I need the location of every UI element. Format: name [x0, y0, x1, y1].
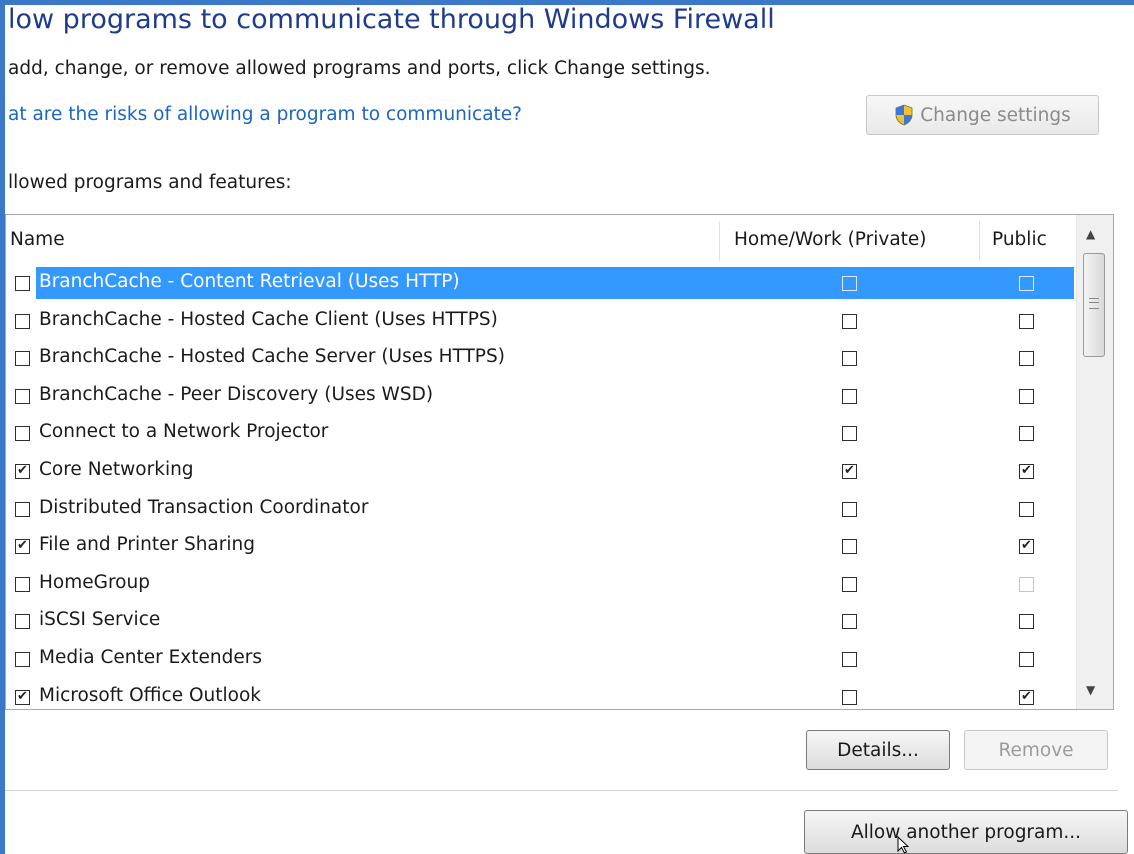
program-row[interactable]: BranchCache - Peer Discovery (Uses WSD): [6, 378, 1074, 416]
scroll-grip-icon: [1089, 298, 1099, 309]
program-row[interactable]: HomeGroup: [6, 566, 1074, 604]
program-row[interactable]: ✔ Core Networking ✔ ✔: [6, 453, 1074, 491]
program-row[interactable]: ✔ Microsoft Office Outlook ✔: [6, 679, 1074, 709]
divider: [5, 790, 1118, 791]
program-enabled-checkbox[interactable]: ✔: [15, 689, 30, 705]
private-network-checkbox[interactable]: [842, 501, 857, 517]
public-network-checkbox[interactable]: [1019, 501, 1034, 517]
private-network-checkbox[interactable]: ✔: [842, 463, 857, 479]
public-network-checkbox[interactable]: ✔: [1019, 689, 1034, 705]
program-name: iSCSI Service: [39, 609, 161, 631]
program-name: BranchCache - Hosted Cache Client (Uses …: [39, 308, 498, 330]
program-enabled-checkbox[interactable]: [15, 276, 30, 291]
program-row[interactable]: Media Center Extenders: [6, 641, 1074, 679]
private-network-checkbox[interactable]: [842, 651, 857, 667]
remove-button[interactable]: Remove: [964, 730, 1108, 770]
program-enabled-checkbox[interactable]: [15, 426, 30, 442]
scroll-down-arrow-icon[interactable]: ▼: [1086, 683, 1095, 697]
page-subtitle: add, change, or remove allowed programs …: [8, 58, 711, 79]
program-name: Connect to a Network Projector: [39, 421, 329, 443]
public-network-checkbox[interactable]: [1019, 651, 1034, 667]
public-network-checkbox[interactable]: [1019, 614, 1034, 630]
column-separator: [719, 221, 720, 261]
public-network-checkbox[interactable]: [1019, 313, 1034, 329]
program-enabled-checkbox[interactable]: ✔: [15, 539, 30, 555]
program-enabled-checkbox[interactable]: [15, 651, 30, 667]
program-name: BranchCache - Peer Discovery (Uses WSD): [39, 383, 434, 405]
private-network-checkbox[interactable]: [842, 426, 857, 442]
program-row[interactable]: iSCSI Service: [6, 603, 1074, 641]
public-network-checkbox[interactable]: [1019, 388, 1034, 404]
allowed-programs-label: llowed programs and features:: [8, 172, 292, 193]
public-network-checkbox[interactable]: ✔: [1019, 463, 1034, 479]
change-settings-label: Change settings: [920, 104, 1071, 126]
program-enabled-checkbox[interactable]: [15, 313, 30, 329]
allowed-programs-list[interactable]: Name Home/Work (Private) Public BranchCa…: [5, 214, 1114, 710]
private-network-checkbox[interactable]: [842, 276, 857, 291]
allow-another-program-button[interactable]: Allow another program...: [804, 810, 1128, 854]
private-network-checkbox[interactable]: [842, 614, 857, 630]
program-row[interactable]: BranchCache - Hosted Cache Client (Uses …: [6, 303, 1074, 341]
program-name: BranchCache - Content Retrieval (Uses HT…: [39, 271, 460, 292]
program-enabled-checkbox[interactable]: ✔: [15, 463, 30, 479]
program-enabled-checkbox[interactable]: [15, 614, 30, 630]
details-button[interactable]: Details...: [806, 730, 950, 770]
change-settings-button[interactable]: Change settings: [866, 95, 1099, 135]
column-header-public[interactable]: Public: [992, 229, 1047, 250]
program-enabled-checkbox[interactable]: [15, 388, 30, 404]
scroll-thumb[interactable]: [1083, 253, 1105, 357]
private-network-checkbox[interactable]: [842, 689, 857, 705]
list-scrollbar[interactable]: ▲ ▼: [1076, 215, 1113, 709]
program-row[interactable]: BranchCache - Content Retrieval (Uses HT…: [6, 265, 1074, 303]
risks-help-link[interactable]: at are the risks of allowing a program t…: [8, 104, 522, 125]
program-name: Microsoft Office Outlook: [39, 684, 261, 706]
public-network-checkbox[interactable]: ✔: [1019, 539, 1034, 555]
public-network-checkbox[interactable]: [1019, 351, 1034, 367]
public-network-checkbox[interactable]: [1019, 426, 1034, 442]
program-row[interactable]: Distributed Transaction Coordinator: [6, 491, 1074, 529]
program-enabled-checkbox[interactable]: [15, 351, 30, 367]
program-name: Core Networking: [39, 458, 194, 480]
program-row[interactable]: Connect to a Network Projector: [6, 415, 1074, 453]
program-name: Media Center Extenders: [39, 646, 262, 668]
uac-shield-icon: [895, 104, 913, 126]
program-row[interactable]: BranchCache - Hosted Cache Server (Uses …: [6, 340, 1074, 378]
program-enabled-checkbox[interactable]: [15, 501, 30, 517]
private-network-checkbox[interactable]: [842, 539, 857, 555]
private-network-checkbox[interactable]: [842, 313, 857, 329]
program-enabled-checkbox[interactable]: [15, 576, 30, 592]
column-separator: [979, 221, 980, 261]
program-name: File and Printer Sharing: [39, 534, 255, 556]
mouse-cursor-icon: [897, 836, 910, 854]
program-name: HomeGroup: [39, 571, 150, 593]
program-rows: BranchCache - Content Retrieval (Uses HT…: [6, 265, 1074, 709]
scroll-up-arrow-icon[interactable]: ▲: [1086, 227, 1095, 241]
private-network-checkbox[interactable]: [842, 576, 857, 592]
page-title: low programs to communicate through Wind…: [8, 4, 775, 35]
private-network-checkbox[interactable]: [842, 351, 857, 367]
public-network-checkbox[interactable]: [1019, 576, 1034, 592]
program-name: BranchCache - Hosted Cache Server (Uses …: [39, 346, 505, 368]
public-network-checkbox[interactable]: [1019, 276, 1034, 291]
program-name: Distributed Transaction Coordinator: [39, 496, 369, 518]
private-network-checkbox[interactable]: [842, 388, 857, 404]
column-header-private[interactable]: Home/Work (Private): [734, 229, 927, 250]
program-row[interactable]: ✔ File and Printer Sharing ✔: [6, 528, 1074, 566]
column-header-name[interactable]: Name: [10, 229, 65, 250]
